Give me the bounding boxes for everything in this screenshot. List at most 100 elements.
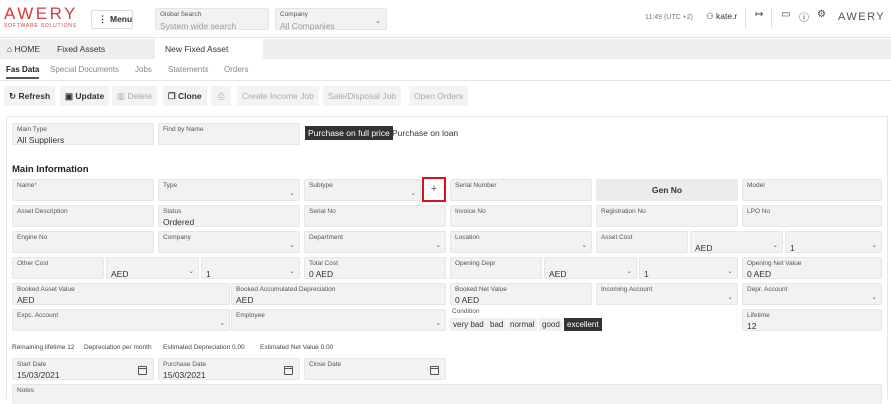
menu-button[interactable]: ⋮ Menu bbox=[91, 10, 133, 29]
chevron-down-icon: ⌄ bbox=[435, 320, 441, 327]
status-select[interactable]: Status Ordered bbox=[158, 205, 300, 227]
asset-cost-field[interactable]: Asset Cost bbox=[596, 231, 688, 253]
opening-depr-field[interactable]: Opening Depr bbox=[450, 257, 542, 279]
lifetime-label: Lifetime bbox=[747, 312, 770, 319]
company-select-value: All Companies bbox=[280, 21, 335, 31]
purchase-date-value: 15/03/2021 bbox=[163, 370, 206, 380]
refresh-button[interactable]: ↻ Refresh bbox=[4, 86, 56, 106]
chevron-down-icon: ⌄ bbox=[188, 268, 194, 275]
incoming-account-select[interactable]: Incoming Account ⌄ bbox=[596, 283, 738, 305]
required-mark: * bbox=[34, 182, 37, 189]
asset-cost-currency-select[interactable]: AED ⌄ bbox=[690, 231, 783, 253]
logout-icon[interactable]: ↦ bbox=[755, 9, 763, 20]
other-cost-field[interactable]: Other Cost bbox=[12, 257, 104, 279]
purchase-date-field[interactable]: Purchase Date 15/03/2021 bbox=[158, 358, 300, 380]
calendar-icon[interactable] bbox=[430, 366, 439, 375]
update-button[interactable]: ▣ Update bbox=[60, 86, 110, 106]
delete-button[interactable]: ▥ Delete bbox=[112, 86, 157, 106]
print-button[interactable]: ⎙ bbox=[211, 86, 231, 106]
sale-disposal-job-button[interactable]: Sale/Disposal Job bbox=[323, 86, 402, 106]
condition-normal[interactable]: normal bbox=[507, 318, 538, 331]
asset-cost-label: Asset Cost bbox=[601, 234, 633, 241]
company-field-select[interactable]: Company ⌄ bbox=[158, 231, 300, 253]
chevron-down-icon: ⌄ bbox=[727, 268, 733, 275]
clock-display: 11:49 (UTC +2) bbox=[645, 14, 693, 21]
calendar-icon[interactable] bbox=[284, 366, 293, 375]
asset-description-field[interactable]: Asset Description bbox=[12, 205, 154, 227]
employee-select[interactable]: Employee ⌄ bbox=[231, 309, 446, 331]
purchase-loan-option[interactable]: Purchase on loan bbox=[392, 128, 458, 138]
close-date-field[interactable]: Close Date bbox=[304, 358, 446, 380]
registration-no-label: Registration No bbox=[601, 208, 646, 215]
user-menu[interactable]: ⚇ kate.r bbox=[706, 11, 737, 22]
subtab-fas-data[interactable]: Fas Data bbox=[6, 65, 40, 79]
registration-no-field[interactable]: Registration No bbox=[596, 205, 738, 227]
gen-no-button[interactable]: Gen No bbox=[596, 179, 738, 201]
main-type-select[interactable]: Main Type All Suppliers bbox=[12, 123, 154, 145]
lifetime-field[interactable]: Lifetime 12 bbox=[742, 309, 882, 331]
location-select[interactable]: Location ⌄ bbox=[450, 231, 592, 253]
subtype-select[interactable]: Subtype ⌄ bbox=[304, 179, 421, 201]
tab-home[interactable]: ⌂ HOME bbox=[2, 39, 45, 59]
total-cost-field: Total Cost 0 AED bbox=[304, 257, 446, 279]
lpo-no-field[interactable]: LPO No bbox=[742, 205, 882, 227]
depr-account-select[interactable]: Depr. Account ⌄ bbox=[742, 283, 882, 305]
open-orders-button[interactable]: Open Orders bbox=[409, 86, 469, 106]
clone-button[interactable]: ❐ Clone bbox=[163, 86, 207, 106]
start-date-label: Start Date bbox=[17, 361, 47, 368]
serial-no-field[interactable]: Serial No bbox=[304, 205, 446, 227]
serial-number-label: Serial Number bbox=[455, 182, 497, 189]
dots-icon: ⋮ bbox=[98, 14, 107, 24]
awery-logo[interactable]: AWERY SOFTWARE SOLUTIONS bbox=[4, 5, 78, 30]
main-type-label: Main Type bbox=[17, 126, 47, 133]
lifetime-value: 12 bbox=[747, 321, 757, 331]
booked-net-value-field: Booked Net Value 0 AED bbox=[450, 283, 592, 305]
update-label: Update bbox=[75, 91, 105, 101]
subtab-jobs[interactable]: Jobs bbox=[135, 65, 152, 74]
calendar-icon[interactable] bbox=[138, 366, 147, 375]
tab-new-fixed-asset[interactable]: New Fixed Asset bbox=[155, 39, 263, 59]
notes-label: Notes bbox=[17, 387, 34, 394]
chevron-down-icon: ⌄ bbox=[435, 242, 441, 249]
find-by-name-input[interactable]: Find by Name bbox=[158, 123, 300, 145]
tab-home-label: HOME bbox=[14, 44, 41, 54]
condition-bad[interactable]: bad bbox=[487, 318, 507, 331]
menu-label: Menu bbox=[110, 14, 133, 24]
notes-field[interactable]: Notes bbox=[12, 384, 882, 404]
condition-very-bad[interactable]: very bad bbox=[450, 318, 487, 331]
chevron-down-icon: ⌄ bbox=[410, 190, 416, 197]
other-cost-currency-select[interactable]: AED ⌄ bbox=[106, 257, 199, 279]
brand-logo-right: AWERY bbox=[838, 11, 886, 23]
condition-good[interactable]: good bbox=[539, 318, 563, 331]
opening-depr-currency-select[interactable]: AED ⌄ bbox=[544, 257, 637, 279]
other-cost-rate-select[interactable]: 1 ⌄ bbox=[201, 257, 300, 279]
gear-icon[interactable]: ⚙ bbox=[817, 9, 826, 20]
add-subtype-button[interactable]: + bbox=[422, 177, 446, 202]
subtab-orders[interactable]: Orders bbox=[224, 65, 248, 74]
expc-account-select[interactable]: Expc. Account ⌄ bbox=[12, 309, 230, 331]
opening-depr-label: Opening Depr bbox=[455, 260, 496, 267]
booked-accumulated-depreciation-field: Booked Accumulated Depreciation AED bbox=[231, 283, 446, 305]
asset-cost-rate-select[interactable]: 1 ⌄ bbox=[785, 231, 882, 253]
serial-no-label: Serial No bbox=[309, 208, 336, 215]
subtab-statements[interactable]: Statements bbox=[168, 65, 208, 74]
purchase-full-price-option[interactable]: Purchase on full price bbox=[305, 126, 393, 140]
type-select[interactable]: Type ⌄ bbox=[158, 179, 300, 201]
subtab-special-documents[interactable]: Special Documents bbox=[50, 65, 119, 74]
tab-fixed-assets[interactable]: Fixed Assets bbox=[52, 39, 110, 59]
serial-number-field[interactable]: Serial Number bbox=[450, 179, 592, 201]
start-date-field[interactable]: Start Date 15/03/2021 bbox=[12, 358, 154, 380]
name-field[interactable]: Name* bbox=[12, 179, 154, 201]
condition-excellent[interactable]: excellent bbox=[564, 318, 602, 331]
model-field[interactable]: Model bbox=[742, 179, 882, 201]
global-search-input[interactable]: Global Search System wide search bbox=[155, 8, 269, 31]
engine-no-field[interactable]: Engine No bbox=[12, 231, 154, 253]
create-income-job-button[interactable]: Create Income Job bbox=[237, 86, 319, 106]
department-select[interactable]: Department ⌄ bbox=[304, 231, 446, 253]
company-select-label: Company bbox=[280, 11, 308, 18]
opening-depr-rate-select[interactable]: 1 ⌄ bbox=[639, 257, 738, 279]
company-select[interactable]: Company All Companies ⌄ bbox=[275, 8, 387, 31]
info-icon[interactable]: ⓘ bbox=[799, 9, 809, 24]
chat-icon[interactable]: ▭ bbox=[781, 9, 790, 20]
invoice-no-field[interactable]: Invoice No bbox=[450, 205, 592, 227]
